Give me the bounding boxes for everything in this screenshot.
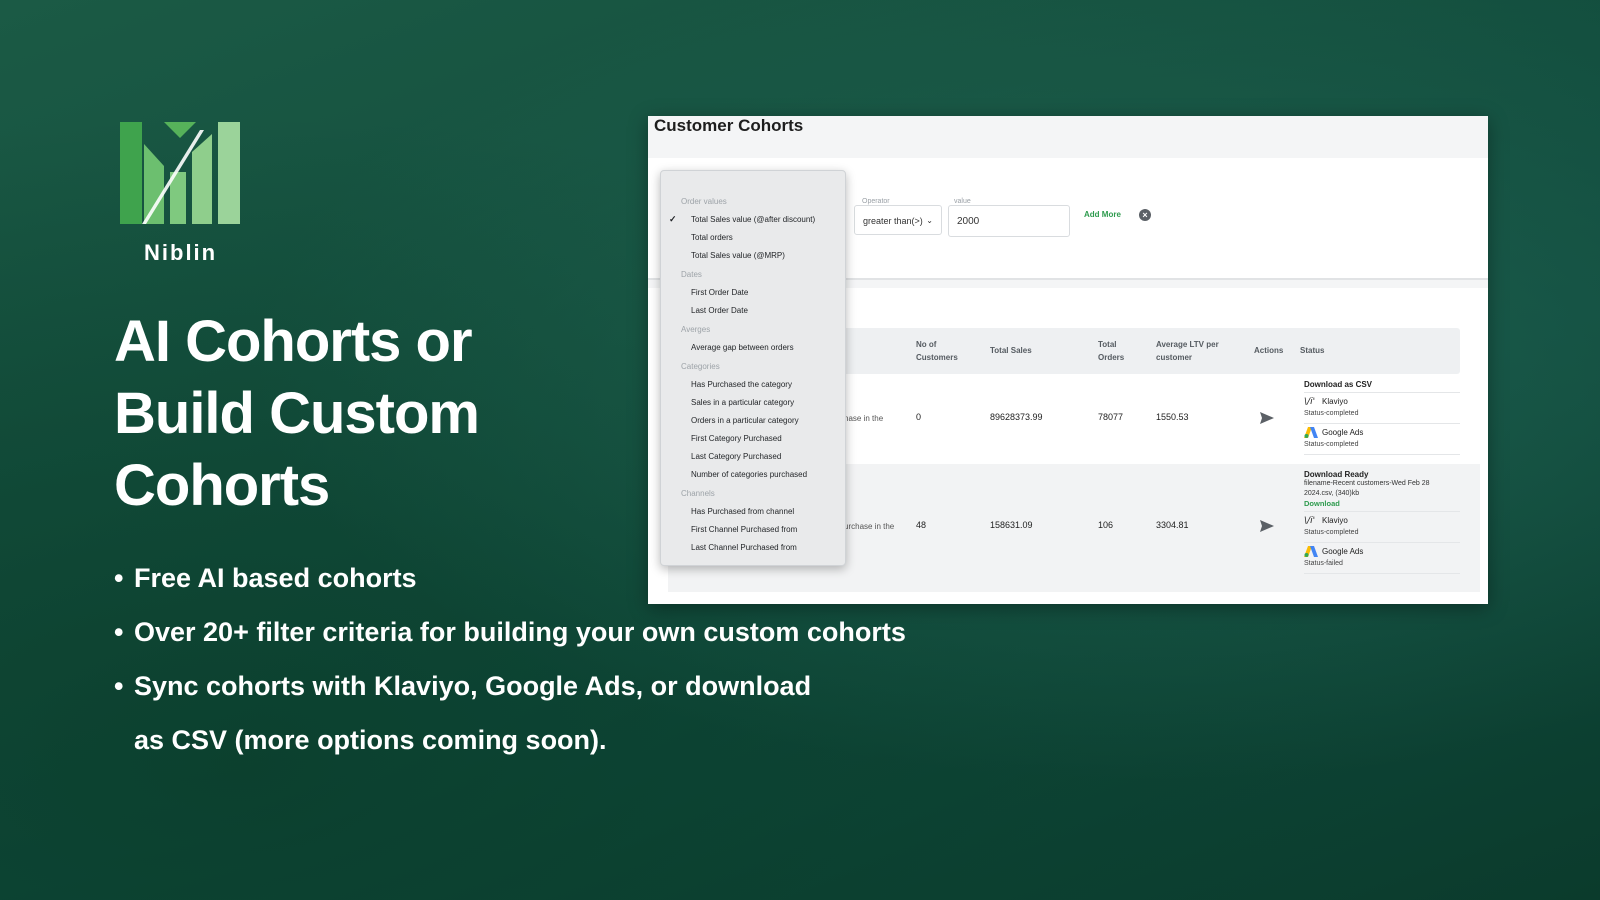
status-title: Download as CSV <box>1304 380 1460 393</box>
dropdown-item[interactable]: First Order Date <box>691 288 748 297</box>
filter-criteria-dropdown[interactable]: Order values ✓ Total Sales value (@after… <box>660 170 846 566</box>
header-status: Status <box>1300 346 1325 355</box>
integration-google-ads: Google Ads Status-completed <box>1304 424 1460 455</box>
check-icon: ✓ <box>669 214 677 224</box>
svg-text:\/i': \/i' <box>1304 397 1315 406</box>
google-ads-icon <box>1304 427 1318 438</box>
header-total-orders: Total Orders <box>1098 340 1125 362</box>
dropdown-group-label: Channels <box>681 489 715 498</box>
dropdown-item[interactable]: Total Sales value (@MRP) <box>691 251 785 260</box>
klaviyo-icon: \/i' <box>1304 397 1315 406</box>
file-info: filename-Recent customers-Wed Feb 28 202… <box>1304 480 1430 497</box>
dropdown-item[interactable]: First Channel Purchased from <box>691 525 797 534</box>
value-label: value <box>954 198 971 205</box>
cell-average-ltv: 1550.53 <box>1156 412 1189 422</box>
cell-customers: 0 <box>916 412 922 422</box>
dropdown-item[interactable]: Total orders <box>691 233 733 242</box>
cell-total-orders: 106 <box>1098 520 1114 530</box>
dropdown-group-label: Averges <box>681 325 711 334</box>
page-title: Customer Cohorts <box>654 116 804 135</box>
operator-label: Operator <box>862 198 890 205</box>
cell-total-orders: 78077 <box>1098 412 1124 422</box>
headline-line-3: Cohorts <box>114 453 330 518</box>
header-total-sales: Total Sales <box>990 346 1032 355</box>
dropdown-item[interactable]: Last Category Purchased <box>691 452 781 461</box>
cohort-criteria-text: urchase in the <box>844 522 895 531</box>
header-actions: Actions <box>1254 346 1284 355</box>
niblin-logo <box>120 122 240 224</box>
dropdown-group-label: Categories <box>681 362 720 371</box>
send-icon[interactable] <box>1260 412 1274 424</box>
cohort-criteria-text: hase in the <box>844 414 884 423</box>
bullet-dot: • <box>114 563 124 593</box>
dropdown-item[interactable]: Total Sales value (@after discount) <box>691 215 815 224</box>
dropdown-item[interactable]: Orders in a particular category <box>691 416 799 425</box>
status-cell: Download Ready filename-Recent customers… <box>1304 470 1460 574</box>
dropdown-item[interactable]: Sales in a particular category <box>691 398 794 407</box>
bullet-dot: • <box>114 671 124 701</box>
download-link[interactable]: Download <box>1304 499 1460 512</box>
integration-klaviyo: \/i' Klaviyo Status-completed <box>1304 393 1460 424</box>
headline-line-1: AI Cohorts or <box>114 309 473 374</box>
chevron-down-icon: ⌄ <box>926 216 933 225</box>
dropdown-item[interactable]: Last Order Date <box>691 306 748 315</box>
status-title: Download Ready <box>1304 470 1369 479</box>
header-average-ltv: Average LTV per customer <box>1156 340 1219 362</box>
value-input[interactable]: 2000 <box>948 205 1070 237</box>
send-icon[interactable] <box>1260 520 1274 532</box>
svg-text:\/i': \/i' <box>1304 516 1315 525</box>
cell-total-sales: 158631.09 <box>990 520 1033 530</box>
close-icon[interactable]: × <box>1139 209 1151 221</box>
dropdown-group-label: Dates <box>681 270 702 279</box>
cell-average-ltv: 3304.81 <box>1156 520 1189 530</box>
brand-name: Niblin <box>144 240 218 265</box>
headline-line-2: Build Custom <box>114 381 480 446</box>
feature-item: • Sync cohorts with Klaviyo, Google Ads, … <box>114 668 906 722</box>
dropdown-item[interactable]: First Category Purchased <box>691 434 782 443</box>
cell-total-sales: 89628373.99 <box>990 412 1043 422</box>
operator-select[interactable]: greater than(>) ⌄ <box>854 205 942 235</box>
dropdown-item[interactable]: Average gap between orders <box>691 343 794 352</box>
headline: AI Cohorts or Build Custom Cohorts <box>114 306 634 522</box>
header-customers: No of Customers <box>916 340 958 362</box>
feature-item: • Over 20+ filter criteria for building y… <box>114 614 906 668</box>
bullet-dot: • <box>114 617 124 647</box>
dropdown-item[interactable]: Has Purchased the category <box>691 380 792 389</box>
google-ads-icon <box>1304 546 1318 557</box>
add-more-button[interactable]: Add More <box>1084 210 1121 219</box>
cell-customers: 48 <box>916 520 927 530</box>
dropdown-item[interactable]: Last Channel Purchased from <box>691 543 797 552</box>
klaviyo-icon: \/i' <box>1304 516 1315 525</box>
integration-klaviyo: \/i' Klaviyo Status-completed <box>1304 512 1460 543</box>
dropdown-group-label: Order values <box>681 197 727 206</box>
integration-google-ads: Google Ads Status-failed <box>1304 543 1460 574</box>
feature-item-continuation: as CSV (more options coming soon). <box>134 725 607 755</box>
dropdown-item[interactable]: Has Purchased from channel <box>691 507 794 516</box>
dropdown-item[interactable]: Number of categories purchased <box>691 470 807 479</box>
status-cell: Download as CSV \/i' Klaviyo Status-comp… <box>1304 380 1460 455</box>
